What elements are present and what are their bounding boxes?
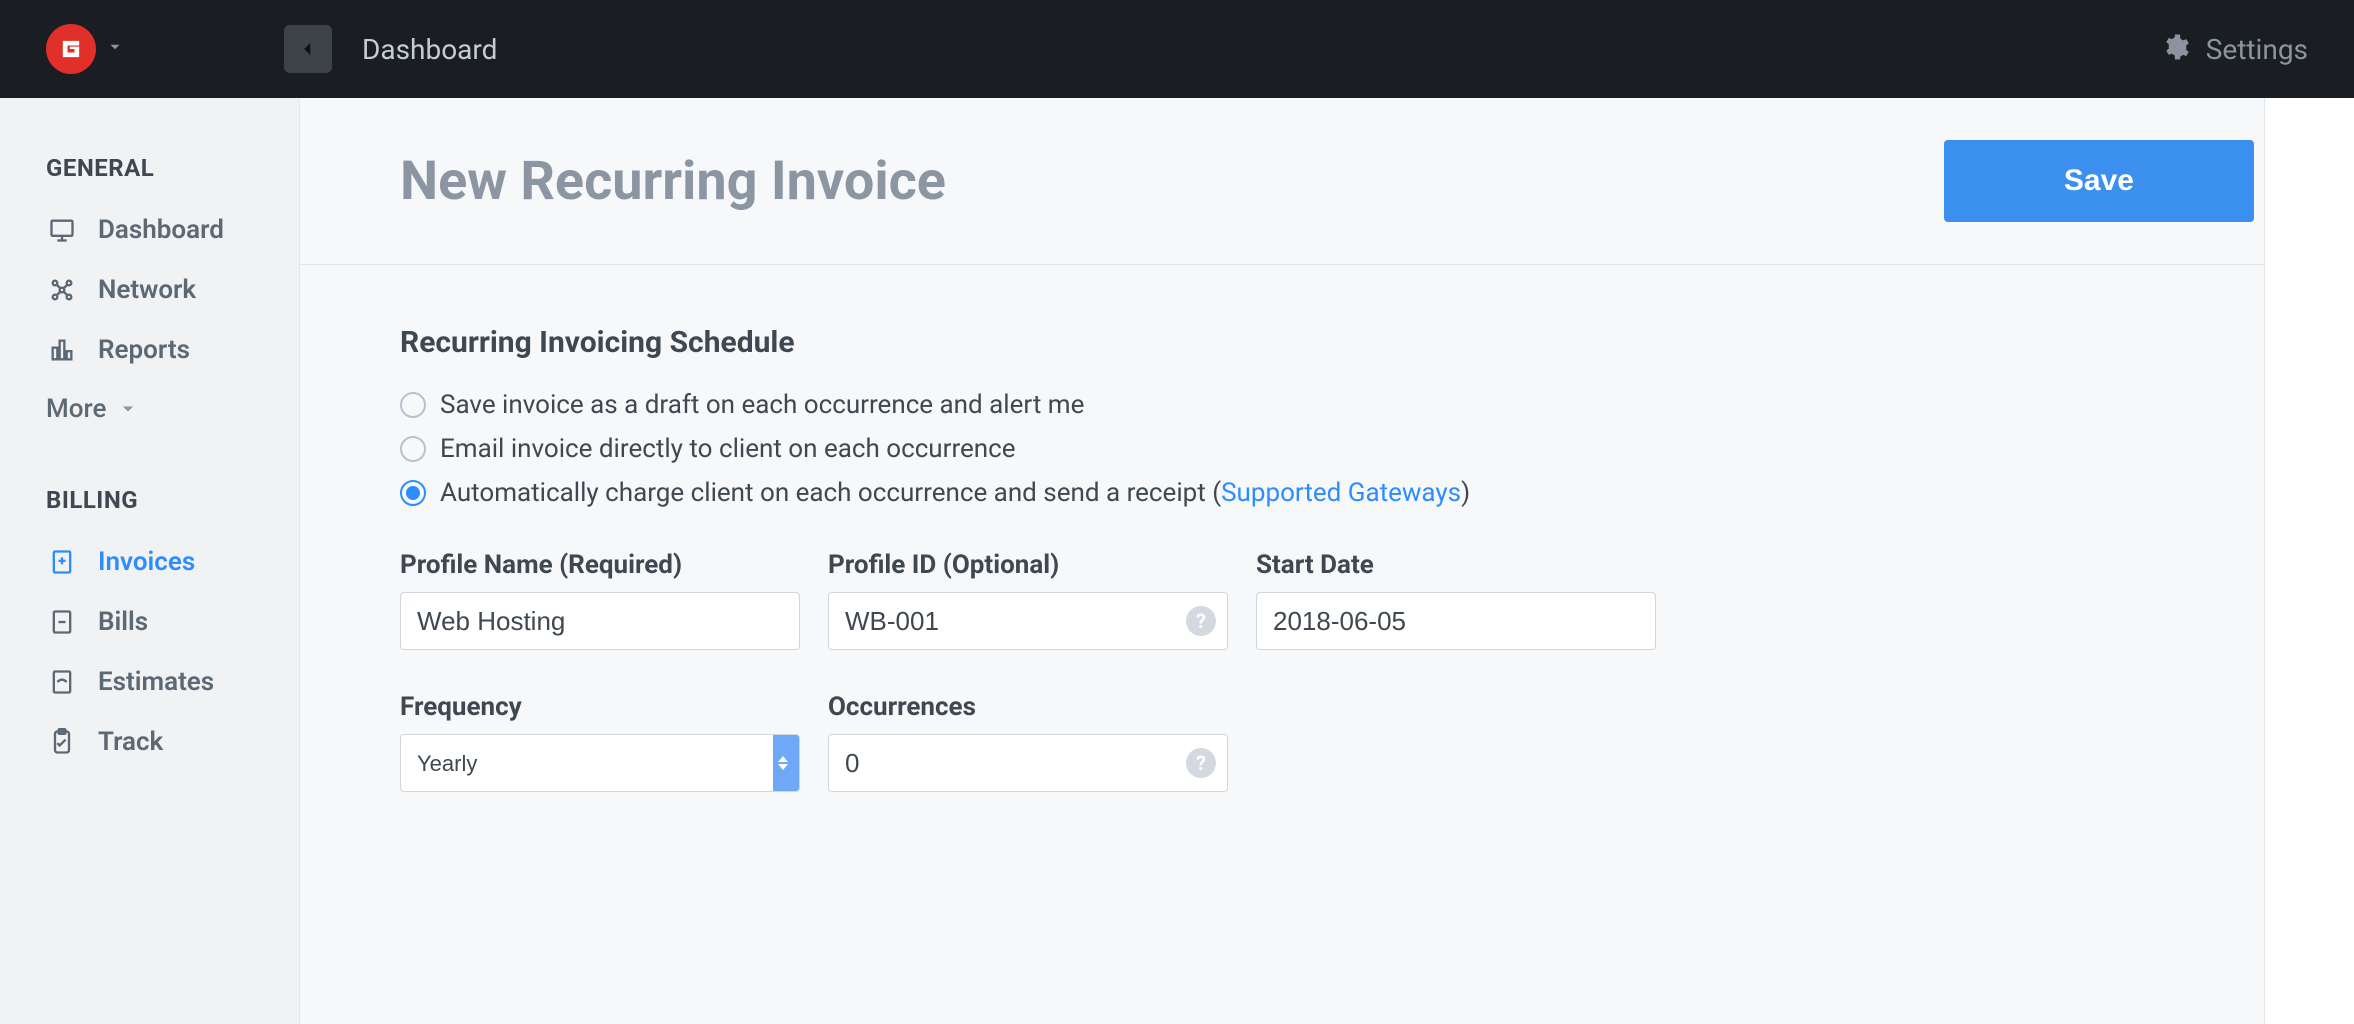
field-occurrences: Occurrences ? xyxy=(828,692,1228,792)
main: New Recurring Invoice Save Recurring Inv… xyxy=(300,98,2354,1024)
sidebar-item-label: Network xyxy=(98,275,196,305)
frequency-select[interactable]: Yearly xyxy=(400,734,800,792)
logo-dropdown[interactable] xyxy=(46,24,124,74)
help-icon[interactable]: ? xyxy=(1186,606,1216,636)
schedule-section-title: Recurring Invoicing Schedule xyxy=(400,325,2254,360)
topbar-right: Settings xyxy=(2160,32,2308,66)
page-header: New Recurring Invoice Save xyxy=(300,98,2354,265)
track-icon xyxy=(46,726,78,758)
content: Recurring Invoicing Schedule Save invoic… xyxy=(300,265,2354,852)
radio-label: Save invoice as a draft on each occurren… xyxy=(440,390,1084,420)
sidebar-section-billing: BILLING xyxy=(0,468,299,532)
sidebar: GENERAL Dashboard Network Reports More B… xyxy=(0,98,300,1024)
app-logo-icon xyxy=(46,24,96,74)
frequency-label: Frequency xyxy=(400,692,800,722)
field-profile-id: Profile ID (Optional) ? xyxy=(828,550,1228,650)
dashboard-icon xyxy=(46,214,78,246)
right-gutter xyxy=(2264,98,2354,1024)
form-row-1: Profile Name (Required) Profile ID (Opti… xyxy=(400,550,2254,650)
profile-id-input[interactable] xyxy=(828,592,1228,650)
start-date-input[interactable] xyxy=(1256,592,1656,650)
profile-name-input[interactable] xyxy=(400,592,800,650)
radio-icon xyxy=(400,480,426,506)
radio-label-suffix: ) xyxy=(1461,478,1470,508)
profile-id-label: Profile ID (Optional) xyxy=(828,550,1228,580)
supported-gateways-link[interactable]: Supported Gateways xyxy=(1221,478,1461,508)
settings-link[interactable]: Settings xyxy=(2206,33,2308,66)
field-frequency: Frequency Yearly xyxy=(400,692,800,792)
radio-icon xyxy=(400,392,426,418)
bills-icon xyxy=(46,606,78,638)
topbar-left: Dashboard xyxy=(46,24,497,74)
schedule-option-email[interactable]: Email invoice directly to client on each… xyxy=(400,434,2254,464)
gear-icon[interactable] xyxy=(2160,32,2190,66)
field-start-date: Start Date xyxy=(1256,550,1656,650)
schedule-option-charge[interactable]: Automatically charge client on each occu… xyxy=(400,478,2254,508)
caret-down-icon xyxy=(106,38,124,60)
sidebar-item-label: Reports xyxy=(98,335,190,365)
breadcrumb[interactable]: Dashboard xyxy=(362,33,497,66)
sidebar-item-label: Bills xyxy=(98,607,148,637)
chevron-down-icon xyxy=(118,399,138,419)
sidebar-item-dashboard[interactable]: Dashboard xyxy=(0,200,299,260)
radio-icon xyxy=(400,436,426,462)
sidebar-more[interactable]: More xyxy=(0,380,299,438)
invoices-icon xyxy=(46,546,78,578)
topbar: Dashboard Settings xyxy=(0,0,2354,98)
estimates-icon xyxy=(46,666,78,698)
page-title: New Recurring Invoice xyxy=(400,150,946,213)
radio-label: Email invoice directly to client on each… xyxy=(440,434,1016,464)
profile-name-label: Profile Name (Required) xyxy=(400,550,800,580)
help-icon[interactable]: ? xyxy=(1186,748,1216,778)
radio-label: Automatically charge client on each occu… xyxy=(440,478,1470,508)
sidebar-item-label: Estimates xyxy=(98,667,214,697)
save-button[interactable]: Save xyxy=(1944,140,2254,222)
occurrences-input[interactable] xyxy=(828,734,1228,792)
body: GENERAL Dashboard Network Reports More B… xyxy=(0,98,2354,1024)
sidebar-item-label: Invoices xyxy=(98,547,195,577)
form-row-2: Frequency Yearly Occurrences xyxy=(400,692,2254,792)
sidebar-item-network[interactable]: Network xyxy=(0,260,299,320)
sidebar-item-invoices[interactable]: Invoices xyxy=(0,532,299,592)
sidebar-item-label: Track xyxy=(98,727,163,757)
sidebar-item-estimates[interactable]: Estimates xyxy=(0,652,299,712)
sidebar-section-general: GENERAL xyxy=(0,136,299,200)
sidebar-item-bills[interactable]: Bills xyxy=(0,592,299,652)
radio-label-text: Automatically charge client on each occu… xyxy=(440,478,1221,508)
network-icon xyxy=(46,274,78,306)
occurrences-label: Occurrences xyxy=(828,692,1228,722)
start-date-label: Start Date xyxy=(1256,550,1656,580)
reports-icon xyxy=(46,334,78,366)
schedule-option-draft[interactable]: Save invoice as a draft on each occurren… xyxy=(400,390,2254,420)
sidebar-item-reports[interactable]: Reports xyxy=(0,320,299,380)
sidebar-item-track[interactable]: Track xyxy=(0,712,299,772)
sidebar-item-label: Dashboard xyxy=(98,215,224,245)
sidebar-more-label: More xyxy=(46,394,106,424)
back-button[interactable] xyxy=(284,25,332,73)
field-profile-name: Profile Name (Required) xyxy=(400,550,800,650)
